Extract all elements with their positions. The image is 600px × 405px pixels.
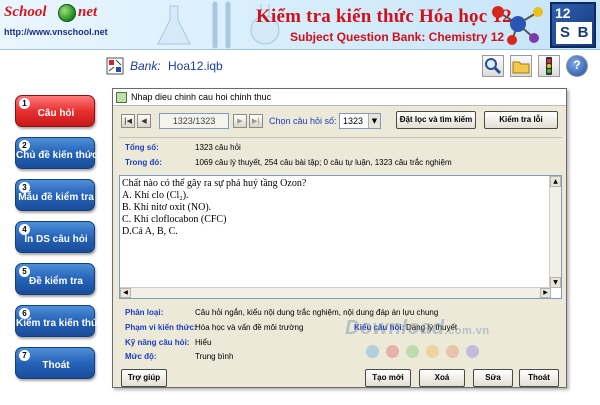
sidebar-item-knowledge-test[interactable]: 6 Kiểm tra kiến thức xyxy=(15,305,104,337)
skill-label: Kỹ năng câu hỏi: xyxy=(125,338,190,347)
level-label: Mức độ: xyxy=(125,352,157,361)
sidebar-item-tests[interactable]: 5 Đề kiểm tra xyxy=(15,263,95,295)
sidebar-item-label: Kiểm tra kiến thức xyxy=(16,318,104,329)
question-text: Chất nào có thể gây ra sự phá huỷ tầng O… xyxy=(122,178,542,238)
download-watermark: Download.com.vn xyxy=(345,317,490,340)
help-button[interactable]: ? xyxy=(566,55,588,77)
choose-question-label: Chọn câu hỏi số: xyxy=(269,116,337,126)
of-which-value: 1069 câu lý thuyết, 254 câu bài tập; 0 c… xyxy=(195,158,452,167)
record-navigator: |◀ ◀ 1323/1323 ▶ ▶| Chọn câu hỏi số: 132… xyxy=(119,111,562,133)
scroll-up-icon[interactable]: ▲ xyxy=(550,176,561,187)
open-folder-button[interactable] xyxy=(510,55,532,77)
badge-letter-s: S xyxy=(556,22,574,44)
search-button[interactable] xyxy=(482,55,504,77)
filter-search-button[interactable]: Đặt lọc và tìm kiếm xyxy=(396,111,476,129)
watermark-dots xyxy=(366,345,496,359)
watermark-dot xyxy=(406,345,419,358)
scroll-down-icon[interactable]: ▼ xyxy=(550,277,561,288)
answer-c: C. Khí cloflocabon (CFC) xyxy=(122,214,227,225)
sidebar-item-label: Câu hỏi xyxy=(37,108,75,119)
badge-number: 12 xyxy=(555,5,571,21)
watermark-dot xyxy=(386,345,399,358)
first-record-button[interactable]: |◀ xyxy=(121,114,135,128)
badge-letter-b: B xyxy=(574,22,592,44)
sidebar-item-label: Mẫu đề kiểm tra xyxy=(18,192,94,203)
scope-value: Hóa học và vấn đề môi trường xyxy=(195,323,304,332)
subject-bank-badge: 12 S B xyxy=(550,2,596,48)
question-edit-dialog: Nhap dieu chinh cau hoi chinh thuc |◀ ◀ … xyxy=(112,88,567,388)
total-value: 1323 câu hỏi xyxy=(195,143,241,152)
sidebar: 1 Câu hỏi 2 Chủ đề kiến thức 3 Mẫu đề ki… xyxy=(0,50,104,405)
summary-info: Tổng số: 1323 câu hỏi Trong đó: 1069 câu… xyxy=(119,137,562,171)
watermark-dot xyxy=(446,345,459,358)
scroll-right-icon[interactable]: ▶ xyxy=(540,288,551,298)
help-icon: ? xyxy=(573,58,581,72)
molecule-icon xyxy=(492,6,543,45)
level-value: Trung bình xyxy=(195,352,234,361)
category-value: Câu hỏi ngắn, kiểu nội dung trắc nghiệm,… xyxy=(195,308,439,317)
watermark-dot xyxy=(466,345,479,358)
new-button[interactable]: Tạo mới xyxy=(365,369,411,387)
sidebar-item-test-templates[interactable]: 3 Mẫu đề kiểm tra xyxy=(15,179,95,211)
question-editor[interactable]: Chất nào có thể gây ra sự phá huỷ tầng O… xyxy=(119,175,562,299)
chevron-down-icon: ▼ xyxy=(368,114,380,128)
answer-b: B. Khí nitơ oxit (NO). xyxy=(122,202,212,213)
edit-button[interactable]: Sửa xyxy=(473,369,513,387)
app-title: Kiểm tra kiến thức Hóa học 12 xyxy=(256,6,512,27)
dialog-titlebar: Nhap dieu chinh cau hoi chinh thuc xyxy=(113,89,566,106)
sidebar-item-label: In DS câu hỏi xyxy=(24,234,88,245)
watermark-text: Download xyxy=(345,317,445,339)
watermark-domain: .com.vn xyxy=(444,325,490,337)
app-subtitle: Subject Question Bank: Chemistry 12 xyxy=(290,30,505,44)
help-dialog-button[interactable]: Trợ giúp xyxy=(121,369,167,387)
horizontal-scrollbar[interactable]: ◀ ▶ xyxy=(120,287,551,298)
question-number-value: 1323 xyxy=(343,116,364,126)
of-which-label: Trong đó: xyxy=(125,158,162,167)
vertical-scrollbar[interactable]: ▲ ▼ xyxy=(549,176,561,288)
total-label: Tổng số: xyxy=(125,143,159,152)
question-line: Chất nào có thể gây ra sự phá huỷ tầng O… xyxy=(122,178,307,189)
exit-button[interactable]: Thoát xyxy=(519,369,559,387)
bank-grid-icon xyxy=(106,57,124,75)
bank-filename: Hoa12.iqb xyxy=(168,59,223,73)
dialog-app-icon xyxy=(116,92,127,103)
watermark-dot xyxy=(366,345,379,358)
delete-button[interactable]: Xoá xyxy=(419,369,465,387)
prev-record-button[interactable]: ◀ xyxy=(137,114,151,128)
record-position: 1323/1323 xyxy=(159,113,229,129)
sidebar-item-print-list[interactable]: 4 In DS câu hỏi xyxy=(15,221,95,253)
search-icon xyxy=(485,58,502,75)
scope-label: Phạm vi kiến thức: xyxy=(125,323,197,332)
bank-toolbar: Bank: Hoa12.iqb ? xyxy=(100,52,600,80)
website-url: http://www.vnschool.net xyxy=(4,27,108,37)
last-record-button[interactable]: ▶| xyxy=(249,114,263,128)
check-errors-button[interactable]: Kiểm tra lỗi xyxy=(484,111,558,129)
sidebar-item-label: Chủ đề kiến thức xyxy=(16,150,98,161)
globe-icon xyxy=(58,4,76,22)
answer-d: D.Cả A, B, C. xyxy=(122,226,178,237)
app-header: School net http://www.vnschool.net Kiểm … xyxy=(0,0,600,50)
sidebar-item-label: Thoát xyxy=(42,360,70,371)
logo-word-school: School xyxy=(4,4,47,20)
folder-icon xyxy=(512,61,530,74)
watermark-dot xyxy=(426,345,439,358)
sidebar-item-questions[interactable]: 1 Câu hỏi xyxy=(15,95,95,127)
answer-a: A. Khí clo (Cl₂). xyxy=(122,190,189,201)
sidebar-item-exit[interactable]: 7 Thoát xyxy=(15,347,95,379)
next-record-button[interactable]: ▶ xyxy=(233,114,247,128)
dialog-button-bar: Trợ giúp Tạo mới Xoá Sửa Thoát xyxy=(119,369,562,387)
logo-word-net: net xyxy=(78,4,98,20)
scroll-left-icon[interactable]: ◀ xyxy=(120,288,131,298)
sidebar-item-topics[interactable]: 2 Chủ đề kiến thức xyxy=(15,137,98,169)
skill-value: Hiểu xyxy=(195,338,212,347)
dialog-title: Nhap dieu chinh cau hoi chinh thuc xyxy=(131,92,272,102)
category-label: Phân loại: xyxy=(125,308,164,317)
bank-label: Bank: xyxy=(130,59,161,73)
traffic-light-icon xyxy=(546,57,552,75)
question-number-select[interactable]: 1323 ▼ xyxy=(339,113,381,129)
sidebar-item-label: Đề kiểm tra xyxy=(29,276,83,287)
status-button[interactable] xyxy=(538,55,560,77)
